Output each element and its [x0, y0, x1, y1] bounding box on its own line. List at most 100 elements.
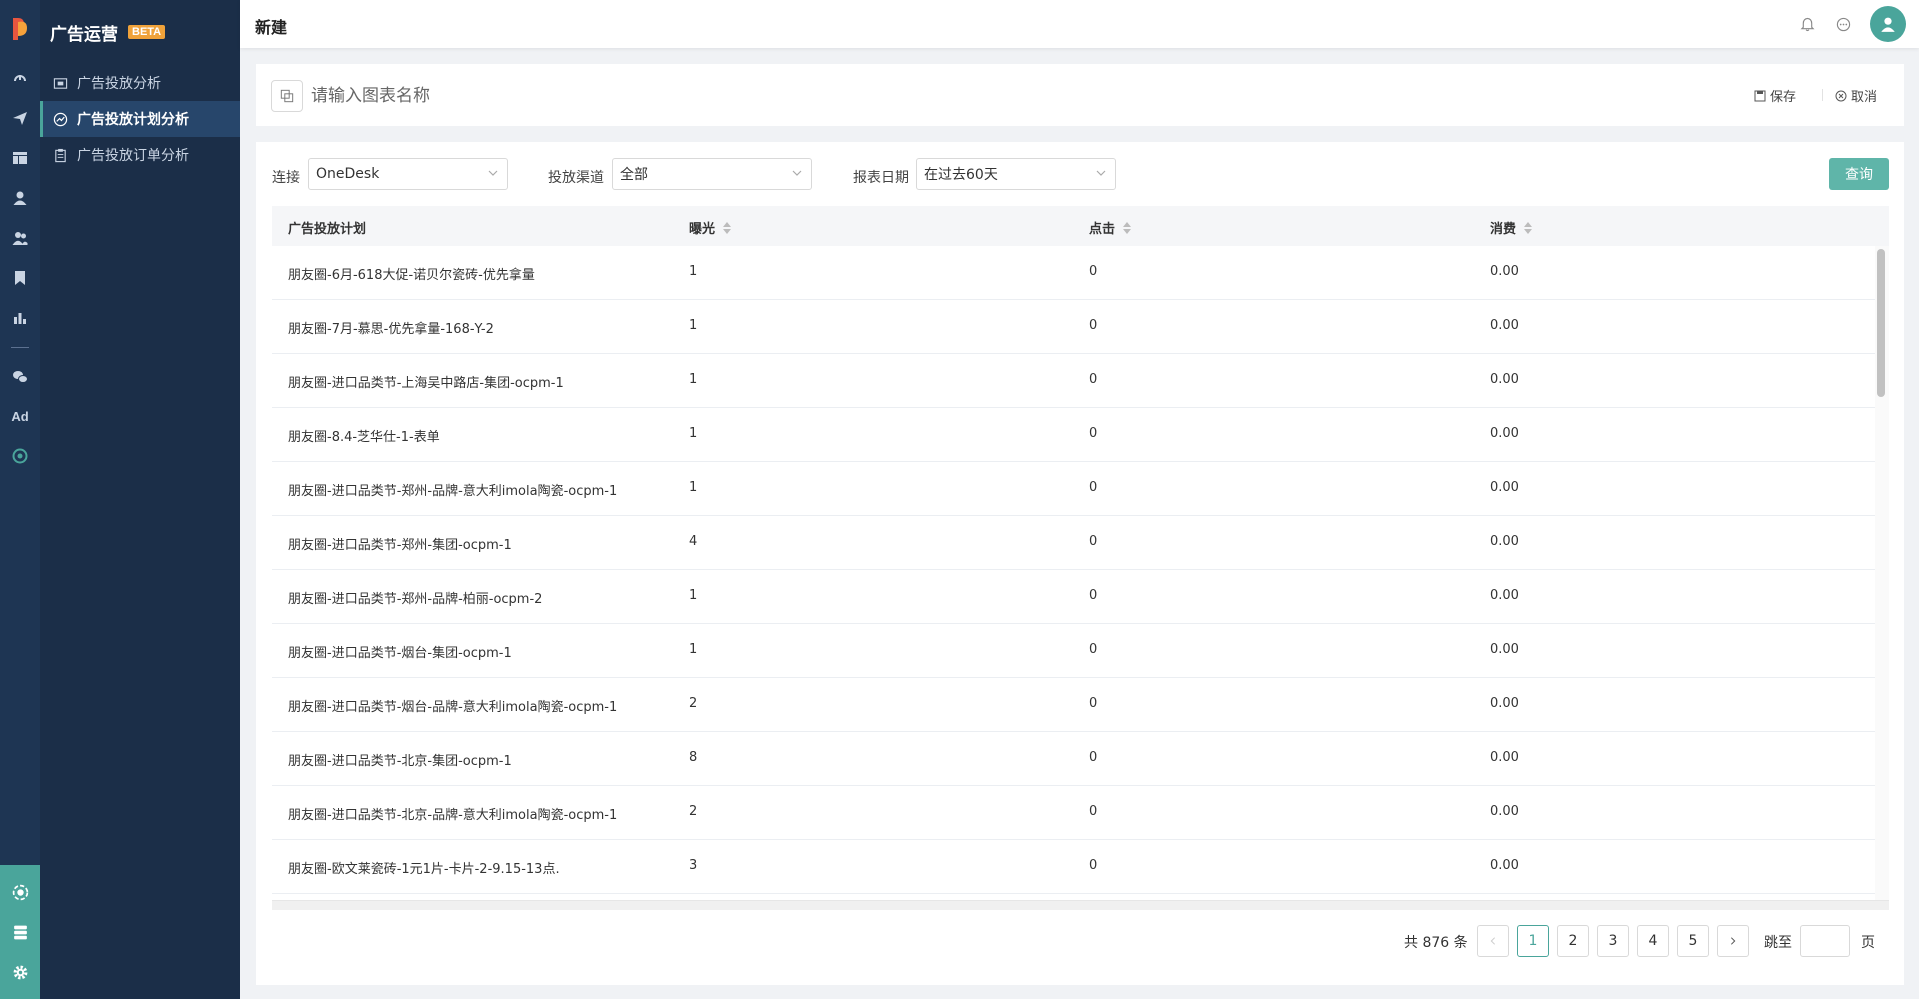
cell-clicks: 0	[1089, 318, 1098, 333]
table-row[interactable]: 朋友圈-进口品类节-北京-品牌-意大利imola陶瓷-ocpm-1 2 0 0.00	[272, 786, 1875, 840]
switch-icon	[280, 89, 294, 103]
cancel-label: 取消	[1851, 90, 1878, 105]
chart-name-input[interactable]	[311, 83, 811, 109]
sidebar-item-ad-plan-analysis[interactable]: 广告投放计划分析	[40, 101, 240, 137]
rail-divider	[11, 347, 29, 348]
cell-plan: 朋友圈-进口品类节-烟台-集团-ocpm-1	[288, 646, 512, 661]
clipboard-icon	[52, 147, 68, 163]
cell-impressions: 1	[689, 372, 698, 387]
sidebar-item-label: 广告投放订单分析	[77, 148, 189, 164]
connection-select[interactable]: OneDesk	[308, 158, 508, 190]
settings-gear-icon[interactable]	[10, 962, 30, 982]
avatar[interactable]	[1870, 6, 1906, 42]
prev-page-button[interactable]	[1477, 925, 1509, 957]
sort-icon[interactable]	[1524, 221, 1533, 234]
query-button[interactable]: 查询	[1829, 158, 1889, 190]
table-row[interactable]: 朋友圈-进口品类节-郑州-集团-ocpm-1 4 0 0.00	[272, 516, 1875, 570]
cell-clicks: 0	[1089, 804, 1098, 819]
cancel-button[interactable]: 取消	[1835, 86, 1877, 105]
cell-cost: 0.00	[1490, 318, 1519, 333]
sidebar-item-label: 广告投放分析	[77, 76, 161, 92]
cell-cost: 0.00	[1490, 804, 1519, 819]
sort-icon[interactable]	[723, 221, 732, 234]
sidebar-item-ad-analysis[interactable]: 广告投放分析	[40, 65, 240, 101]
rail-bottom-panel	[0, 865, 40, 999]
users-icon[interactable]	[10, 228, 30, 248]
message-icon[interactable]	[1834, 15, 1852, 33]
table-row[interactable]: 朋友圈-进口品类节-烟台-品牌-意大利imola陶瓷-ocpm-1 2 0 0.00	[272, 678, 1875, 732]
table-row[interactable]: 朋友圈-欧文莱瓷砖-1元1片-卡片-2-9.15-13点. 3 0 0.00	[272, 840, 1875, 894]
vertical-scrollbar-thumb[interactable]	[1877, 249, 1885, 397]
cell-cost: 0.00	[1490, 426, 1519, 441]
user-icon[interactable]	[10, 188, 30, 208]
chart-type-button[interactable]	[271, 80, 303, 112]
table-row[interactable]: 朋友圈-进口品类节-烟台-集团-ocpm-1 1 0 0.00	[272, 624, 1875, 678]
table-row[interactable]: 朋友圈-进口品类节-郑州-品牌-柏丽-ocpm-2 1 0 0.00	[272, 570, 1875, 624]
cell-cost: 0.00	[1490, 480, 1519, 495]
next-page-button[interactable]	[1717, 925, 1749, 957]
table-header: 广告投放计划 曝光 点击 消费	[272, 206, 1889, 246]
dashboard-icon[interactable]	[10, 68, 30, 88]
table-body: 朋友圈-6月-618大促-诺贝尔瓷砖-优先拿量 1 0 0.00 朋友圈-7月-慕思-优…	[272, 246, 1875, 894]
horizontal-scrollbar[interactable]	[272, 900, 1889, 910]
cell-impressions: 1	[689, 318, 698, 333]
page-button-3[interactable]: 3	[1597, 925, 1629, 957]
chevron-down-icon	[488, 170, 498, 176]
ad-icon[interactable]: Ad	[10, 406, 30, 426]
table-row[interactable]: 朋友圈-8.4-芝华仕-1-表单 1 0 0.00	[272, 408, 1875, 462]
date-label: 报表日期	[853, 170, 909, 186]
hub-icon[interactable]	[10, 882, 30, 902]
bookmark-icon[interactable]	[10, 268, 30, 288]
pagination-total: 共 876 条	[1404, 935, 1468, 951]
page-jump-input[interactable]	[1800, 925, 1850, 957]
cell-plan: 朋友圈-进口品类节-北京-集团-ocpm-1	[288, 754, 512, 769]
wechat-icon[interactable]	[10, 367, 30, 387]
column-title: 消费	[1490, 222, 1517, 237]
cell-clicks: 0	[1089, 264, 1098, 279]
table-row[interactable]: 朋友圈-进口品类节-上海吴中路店-集团-ocpm-1 1 0 0.00	[272, 354, 1875, 408]
cell-clicks: 0	[1089, 858, 1098, 873]
column-header-impressions[interactable]: 曝光	[689, 218, 732, 237]
save-button[interactable]: 保存	[1754, 86, 1796, 105]
date-select[interactable]: 在过去60天	[916, 158, 1116, 190]
bar-chart-icon[interactable]	[10, 308, 30, 328]
cell-impressions: 4	[689, 534, 698, 549]
cell-clicks: 0	[1089, 696, 1098, 711]
column-header-plan[interactable]: 广告投放计划	[288, 218, 366, 237]
cancel-icon	[1835, 90, 1847, 101]
page-button-4[interactable]: 4	[1637, 925, 1669, 957]
send-icon[interactable]	[10, 108, 30, 128]
channel-label: 投放渠道	[548, 170, 604, 186]
sort-icon[interactable]	[1123, 221, 1132, 234]
action-divider	[1822, 89, 1823, 101]
bell-icon[interactable]	[1798, 15, 1816, 33]
cell-plan: 朋友圈-7月-慕思-优先拿量-168-Y-2	[288, 322, 494, 337]
page-button-5[interactable]: 5	[1677, 925, 1709, 957]
table-icon[interactable]	[10, 148, 30, 168]
page-button-2[interactable]: 2	[1557, 925, 1589, 957]
table-row[interactable]: 朋友圈-7月-慕思-优先拿量-168-Y-2 1 0 0.00	[272, 300, 1875, 354]
table-row[interactable]: 朋友圈-进口品类节-郑州-品牌-意大利imola陶瓷-ocpm-1 1 0 0.00	[272, 462, 1875, 516]
cell-impressions: 1	[689, 264, 698, 279]
cell-plan: 朋友圈-进口品类节-郑州-集团-ocpm-1	[288, 538, 512, 553]
cell-clicks: 0	[1089, 750, 1098, 765]
data-table: 广告投放计划 曝光 点击 消费 朋友圈-6月-618大促-诺贝尔瓷砖-优先拿量 1…	[272, 206, 1889, 906]
sidebar: 广告运营 BETA 广告投放分析 广告投放计划分析 广告投放订单分析	[40, 0, 240, 999]
cell-impressions: 2	[689, 696, 698, 711]
page-button-1[interactable]: 1	[1517, 925, 1549, 957]
sidebar-item-ad-order-analysis[interactable]: 广告投放订单分析	[40, 137, 240, 173]
column-header-cost[interactable]: 消费	[1490, 218, 1533, 237]
target-icon[interactable]	[10, 446, 30, 466]
cell-clicks: 0	[1089, 372, 1098, 387]
channel-select[interactable]: 全部	[612, 158, 812, 190]
chevron-right-icon	[1730, 937, 1736, 945]
table-row[interactable]: 朋友圈-进口品类节-北京-集团-ocpm-1 8 0 0.00	[272, 732, 1875, 786]
table-row[interactable]: 朋友圈-6月-618大促-诺贝尔瓷砖-优先拿量 1 0 0.00	[272, 246, 1875, 300]
storage-icon[interactable]	[10, 922, 30, 942]
cell-plan: 朋友圈-进口品类节-上海吴中路店-集团-ocpm-1	[288, 376, 564, 391]
column-header-clicks[interactable]: 点击	[1089, 218, 1132, 237]
cell-plan: 朋友圈-进口品类节-郑州-品牌-柏丽-ocpm-2	[288, 592, 543, 607]
sidebar-item-label: 广告投放计划分析	[77, 112, 189, 128]
cell-impressions: 1	[689, 480, 698, 495]
cell-clicks: 0	[1089, 642, 1098, 657]
